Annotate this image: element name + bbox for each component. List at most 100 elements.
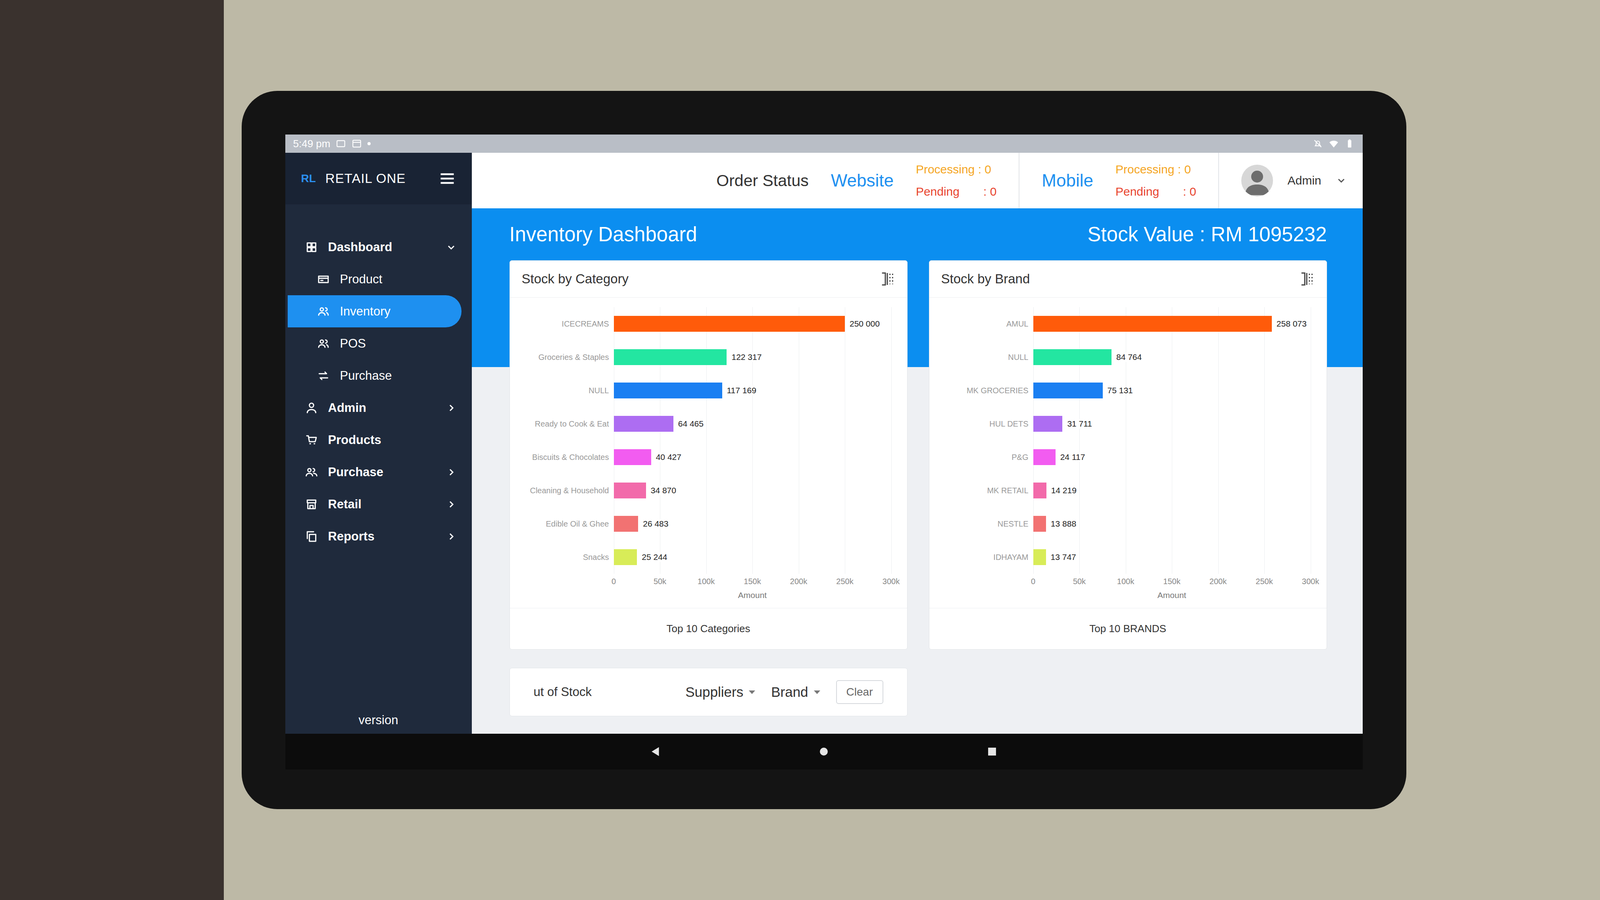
filter-dropdown[interactable]: Suppliers [685,684,756,700]
filter-dropdown[interactable]: Brand [771,684,820,700]
hamburger-icon[interactable] [438,169,456,188]
plot-area: 258 07384 76475 13131 71124 11714 21913 … [1033,307,1311,574]
bar-row: 84 764 [1033,340,1311,374]
bar-row: 13 888 [1033,507,1311,541]
separator [1218,152,1220,209]
admin-icon [305,401,318,415]
home-icon[interactable] [817,744,831,759]
bar[interactable] [1033,449,1056,466]
back-icon[interactable] [648,744,663,759]
pending-value: : 0 [1182,184,1197,199]
sidebar-item[interactable]: Inventory [287,295,462,328]
category-label: MK RETAIL [934,473,1034,508]
recents-icon[interactable] [985,744,999,759]
separator [1018,152,1020,209]
axis-tick: 150k [743,576,761,587]
columns-icon[interactable] [1298,271,1315,287]
axis-tick: 50k [1073,576,1086,587]
bar[interactable] [613,482,647,499]
category-label: Ready to Cook & Eat [514,407,614,441]
bar[interactable] [1033,415,1063,432]
sidebar-item[interactable]: Products [285,423,472,456]
bar-value: 25 244 [639,552,670,562]
bar[interactable] [613,415,674,432]
category-label: MK GROCERIES [934,373,1034,408]
card-header: Stock by Brand [929,260,1327,298]
category-label: Groceries & Staples [514,340,614,374]
gridline [1264,307,1265,574]
bar-row: 258 073 [1033,307,1311,341]
sidebar-item[interactable]: Purchase [285,455,472,489]
category-labels: AMULNULLMK GROCERIESHUL DETSP&GMK RETAIL… [934,307,1034,574]
bar-row: 117 169 [613,373,892,408]
bar[interactable] [1033,315,1272,332]
bar[interactable] [1033,549,1047,566]
logo[interactable]: RL [301,172,316,185]
bar-value: 13 747 [1048,552,1079,562]
sidebar-item[interactable]: Retail [285,488,472,521]
bar-value: 14 219 [1048,485,1079,496]
category-label: NESTLE [934,507,1034,541]
sidebar-item-label: Admin [328,400,367,416]
bar[interactable] [613,549,638,566]
category-label: Biscuits & Chocolates [514,440,614,474]
pending-label: Pending [1115,184,1160,199]
tablet: 5:49 pmRLRETAIL ONEDashboardProductInven… [241,90,1407,810]
sidebar-item[interactable]: Purchase [285,359,472,392]
gridline [798,307,800,574]
pos-icon [317,337,330,350]
main: Order StatusWebsiteProcessing : 0Pending… [471,152,1363,734]
bar[interactable] [1033,382,1103,399]
filters: Suppliers Brand Clear [685,680,883,704]
bar[interactable] [613,349,727,366]
bar-value: 84 764 [1113,352,1145,362]
chart-card: Stock by CategoryICECREAMSGroceries & St… [509,260,908,650]
sidebar-item-label: POS [340,336,366,351]
sidebar-item[interactable]: Dashboard [285,230,472,264]
filter-label: Suppliers [685,684,744,700]
bar[interactable] [613,449,652,466]
gridline [1218,307,1219,574]
bar[interactable] [1033,482,1047,499]
bar[interactable] [613,382,723,399]
bar-value: 75 131 [1105,385,1136,396]
sidebar-item[interactable]: POS [285,327,472,360]
card-title: Stock by Category [521,271,629,287]
sidebar-item[interactable]: Reports [285,520,472,553]
axis-tick: 250k [1255,576,1273,587]
gridline [1171,307,1173,574]
bar-value: 13 888 [1048,519,1079,529]
sidebar-item[interactable]: Product [285,263,472,296]
order-status-title: Order Status [716,171,809,191]
gridline [1033,307,1034,574]
channel-name[interactable]: Website [830,170,894,191]
sidebar-item[interactable]: Admin [285,391,472,424]
bar[interactable] [613,515,639,532]
caret-icon [748,690,756,695]
avatar-icon[interactable] [1241,164,1274,197]
axis-tick: 200k [790,576,808,587]
category-label: Cleaning & Household [514,473,614,508]
bar[interactable] [613,315,846,332]
chart-card: Stock by Brand AMULNULLMK GROCERIESHUL DE… [928,260,1327,650]
axis-tick: 250k [836,576,854,587]
pending-count: Pending : 0 [1115,184,1197,199]
pending-value: : 0 [983,184,997,199]
category-label: P&G [934,440,1034,474]
topbar: Order StatusWebsiteProcessing : 0Pending… [471,152,1363,209]
user-name[interactable]: Admin [1287,173,1322,188]
cart-icon [305,433,318,447]
product-icon [317,273,330,286]
mute-icon [1312,138,1324,149]
columns-icon[interactable] [879,271,896,287]
bar-row: 122 317 [613,340,892,374]
bar[interactable] [1033,349,1112,366]
caret-icon [813,690,821,695]
gridline [659,307,661,574]
chevron-down-icon[interactable] [1335,175,1347,187]
bar-value: 40 427 [653,452,684,462]
clear-button[interactable]: Clear [836,680,884,704]
channel-name[interactable]: Mobile [1041,170,1094,191]
bar[interactable] [1033,515,1047,532]
sidebar-item-label: Products [328,432,382,448]
